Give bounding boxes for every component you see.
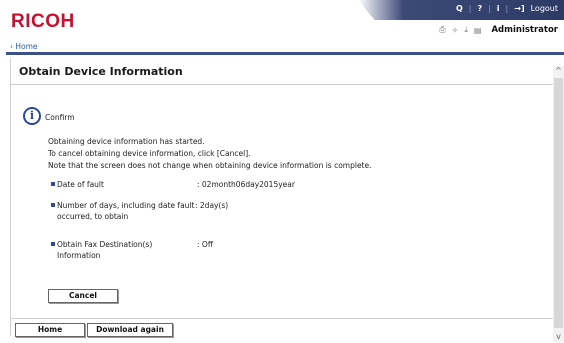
help-icon[interactable]: ? <box>477 4 482 13</box>
detail-row-fax-destination: Obtain Fax Destination(s) Information : O… <box>51 239 213 261</box>
bullet-icon <box>51 203 55 207</box>
status-bar: ⎙ ✧ ⤓ ▤ Administrator <box>439 25 558 35</box>
print-icon: ⎙ <box>439 25 446 34</box>
message-line: Note that the screen does not change whe… <box>48 161 372 170</box>
bullet-icon <box>51 182 55 186</box>
search-icon[interactable]: Q <box>456 4 463 13</box>
page-title: Obtain Device Information <box>19 65 183 78</box>
toolbar-divider: | <box>468 4 472 13</box>
detail-label: Obtain Fax Destination(s) Information <box>57 240 153 260</box>
detail-value: : 02month06day2015year <box>197 180 295 189</box>
header: RICOH Q | ? | i | →] Logout ⎙ ✧ ⤓ ▤ Admi… <box>0 0 564 40</box>
toolbar-divider: | <box>488 4 491 13</box>
sparkle-icon: ✧ <box>451 25 459 35</box>
info-icon[interactable]: i <box>497 4 500 13</box>
download-icon: ⤓ <box>464 25 468 34</box>
top-toolbar-items: Q | ? | i | →] Logout <box>456 4 558 13</box>
logout-link[interactable]: Logout <box>531 4 558 13</box>
content-panel: Obtain Device Information i Confirm Obta… <box>10 58 554 336</box>
detail-value: : Off <box>197 240 213 249</box>
message-line: Obtaining device information has started… <box>48 137 205 146</box>
scroll-down-icon[interactable]: v <box>553 332 564 342</box>
home-button[interactable]: Home <box>15 323 85 337</box>
scroll-thumb[interactable] <box>554 78 563 328</box>
footer-divider <box>10 318 553 319</box>
breadcrumb-home-link[interactable]: ‹ Home <box>10 42 38 51</box>
document-icon: ▤ <box>473 25 482 35</box>
cancel-button[interactable]: Cancel <box>48 289 118 303</box>
detail-value: : 2day(s) <box>195 201 229 210</box>
detail-row-number-of-days: Number of days, including date fault occ… <box>51 200 228 222</box>
detail-row-date-of-fault: Date of fault : 02month06day2015year <box>51 179 295 190</box>
header-divider-bar <box>6 52 564 55</box>
detail-label: Number of days, including date fault occ… <box>57 201 195 221</box>
scroll-up-icon[interactable]: ^ <box>553 66 564 76</box>
confirm-label: Confirm <box>45 113 75 122</box>
logout-icon[interactable]: →] <box>514 4 524 13</box>
message-line: To cancel obtaining device information, … <box>48 149 251 158</box>
title-divider <box>11 84 554 85</box>
info-circle-icon: i <box>23 107 41 125</box>
detail-label: Date of fault <box>57 180 104 189</box>
bullet-icon <box>51 242 55 246</box>
toolbar-divider: | <box>505 4 509 13</box>
user-name: Administrator <box>491 25 558 35</box>
download-again-button[interactable]: Download again <box>87 323 173 337</box>
ricoh-logo: RICOH <box>11 11 75 32</box>
vertical-scrollbar[interactable]: ^ v <box>553 66 564 342</box>
